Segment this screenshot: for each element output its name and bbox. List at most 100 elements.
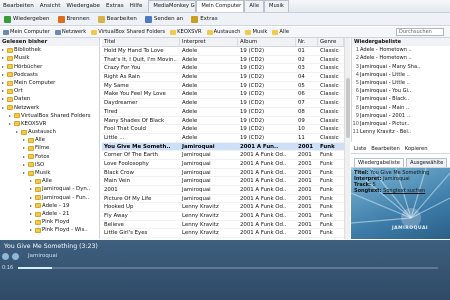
playlist-item[interactable]: 11 Lenny Kravitz - Bel.. bbox=[352, 128, 450, 136]
expand-arrow-icon[interactable]: ▸ bbox=[30, 194, 34, 202]
expand-arrow-icon[interactable]: ▸ bbox=[30, 218, 34, 226]
expand-arrow-icon[interactable]: ▸ bbox=[2, 79, 6, 87]
playlist-item[interactable]: 2 Adele - Hometown .. bbox=[352, 54, 450, 62]
playlist-item[interactable]: 4 Jamiroquai - Little .. bbox=[352, 71, 450, 79]
table-row[interactable]: Little Girl's Eyes Lenny Kravitz 2001 A Fu… bbox=[102, 229, 344, 239]
tree-item[interactable]: ▸ Netzwerk bbox=[0, 104, 99, 112]
table-row[interactable]: Little ... Adele 19 (CD2) 11 Classic bbox=[102, 134, 344, 143]
crumb-network[interactable]: Netzwerk bbox=[54, 29, 87, 35]
expand-arrow-icon[interactable]: ▸ bbox=[2, 104, 6, 112]
col-genre-header[interactable]: Genre bbox=[318, 38, 344, 46]
tree-item[interactable]: ▸ Musik bbox=[0, 54, 99, 62]
col-nr-header[interactable]: Nr. bbox=[296, 38, 318, 46]
play-button[interactable]: Wiedergeben bbox=[2, 15, 52, 23]
expand-arrow-icon[interactable]: ▸ bbox=[2, 95, 6, 103]
expand-arrow-icon[interactable]: ▸ bbox=[23, 169, 27, 177]
playlist-item[interactable]: 10 Jamiroquai - Pictur.. bbox=[352, 120, 450, 128]
crumb-musik[interactable]: Musik bbox=[244, 29, 268, 35]
table-row[interactable]: My Same Adele 19 (CD2) 05 Classic bbox=[102, 82, 344, 91]
table-row[interactable]: Believe Lenny Kravitz 2001 A Funk Od.. 2001… bbox=[102, 221, 344, 230]
crumb-alle[interactable]: Alle bbox=[271, 29, 290, 35]
expand-arrow-icon[interactable]: ▸ bbox=[30, 210, 34, 218]
tree-item[interactable]: ▸ KEOXSVR bbox=[0, 120, 99, 128]
playlist-item[interactable]: 9 Jamiroquai - 2001 .. bbox=[352, 112, 450, 120]
play-pause-button[interactable] bbox=[2, 253, 9, 260]
table-row[interactable]: Main Vein Jamiroquai 2001 A Funk Od.. 2001 F… bbox=[102, 177, 344, 186]
tab-alle[interactable]: Alle bbox=[244, 0, 265, 12]
tree-item[interactable]: ▸ ISO bbox=[0, 161, 99, 169]
scrollbar-thumb[interactable] bbox=[346, 78, 350, 138]
expand-arrow-icon[interactable]: ▸ bbox=[23, 136, 27, 144]
table-row[interactable]: Picture Of My Life Jamiroquai 2001 A Funk … bbox=[102, 195, 344, 204]
tab-wiedergabeliste[interactable]: Wiedergabeliste bbox=[354, 158, 404, 167]
table-scrollbar[interactable] bbox=[344, 38, 350, 239]
send-to-button[interactable]: Senden an bbox=[143, 15, 185, 23]
tree-item[interactable]: ▸ Fotos bbox=[0, 153, 99, 161]
playlist-item[interactable]: 8 Jamiroquai - Main .. bbox=[352, 104, 450, 112]
table-row[interactable]: Hooked Up Lenny Kravitz 2001 A Funk Od.. 20… bbox=[102, 203, 344, 213]
table-row[interactable]: Daydreamer Adele 19 (CD2) 07 Classic bbox=[102, 99, 344, 108]
table-row[interactable]: Many Shades Of Black Adele 19 (CD2) 09 Class… bbox=[102, 117, 344, 126]
tree-item[interactable]: ▸ Austausch bbox=[0, 128, 99, 136]
menu-item-hilfe[interactable]: Hilfe bbox=[127, 3, 146, 9]
tab-bearbeiten[interactable]: Bearbeiten bbox=[371, 146, 400, 153]
table-row[interactable]: Fool That Could Adele 19 (CD2) 10 Classic bbox=[102, 125, 344, 134]
crumb-server[interactable]: KEOXSVR bbox=[169, 29, 202, 35]
table-row[interactable]: Love Foolosophy Jamiroquai 2001 A Funk Od.… bbox=[102, 160, 344, 169]
table-row[interactable]: Right As Rain Adele 19 (CD2) 04 Classic bbox=[102, 73, 344, 82]
tree-item[interactable]: ▸ Alle bbox=[0, 136, 99, 144]
expand-arrow-icon[interactable]: ▸ bbox=[16, 128, 20, 136]
expand-arrow-icon[interactable]: ▸ bbox=[2, 46, 6, 54]
tree-item[interactable]: ▸ Pink Floyd - Wis.. bbox=[0, 226, 99, 234]
tab-mediamonkey[interactable]: MediaMonkey Gold bbox=[148, 0, 197, 12]
expand-arrow-icon[interactable]: ▸ bbox=[2, 87, 6, 95]
expand-arrow-icon[interactable]: ▸ bbox=[23, 161, 27, 169]
table-row[interactable]: Fly Away Lenny Kravitz 2001 A Funk Od.. 200… bbox=[102, 212, 344, 221]
playlist-item[interactable]: 6 Jamiroquai - You Gi.. bbox=[352, 87, 450, 95]
expand-arrow-icon[interactable]: ▸ bbox=[2, 71, 6, 79]
tree-item[interactable]: ▸ Podcasts bbox=[0, 71, 99, 79]
tree-item[interactable]: ▸ Musik bbox=[0, 169, 99, 177]
playlist-item[interactable]: 7 Jamiroquai - Black.. bbox=[352, 95, 450, 103]
tree-item[interactable]: ▸ Pink Floyd bbox=[0, 218, 99, 226]
tree-item[interactable]: ▸ Alle bbox=[0, 177, 99, 185]
expand-arrow-icon[interactable]: ▸ bbox=[2, 54, 6, 62]
tree-item[interactable]: ▸ Filme bbox=[0, 144, 99, 152]
tree-item[interactable]: ▸ Ort bbox=[0, 87, 99, 95]
extras-button[interactable]: Extras bbox=[189, 15, 219, 23]
col-title-header[interactable]: Titel bbox=[102, 38, 180, 46]
tree-item[interactable]: ▸ Adele - 21 bbox=[0, 210, 99, 218]
menu-item-bearbeiten[interactable]: Bearbeiten bbox=[0, 3, 37, 9]
expand-arrow-icon[interactable]: ▸ bbox=[9, 112, 13, 120]
crumb-shared-folders[interactable]: VirtualBox Shared Folders bbox=[90, 29, 166, 35]
table-row[interactable]: Black Crow Jamiroquai 2001 A Funk Od.. 2001… bbox=[102, 169, 344, 178]
table-row[interactable]: Hold My Hand To Love Adele 19 (CD2) 01 Class… bbox=[102, 47, 344, 56]
burn-button[interactable]: Brennen bbox=[56, 15, 92, 23]
expand-arrow-icon[interactable]: ▸ bbox=[30, 177, 34, 185]
playlist-item[interactable]: 5 Jamiroquai - Little .. bbox=[352, 79, 450, 87]
expand-arrow-icon[interactable]: ▸ bbox=[23, 144, 27, 152]
tree-item[interactable]: ▸ Adele - 19 bbox=[0, 202, 99, 210]
edit-button[interactable]: Bearbeiten bbox=[96, 15, 139, 23]
seek-bar[interactable] bbox=[18, 267, 438, 269]
tab-kopieren[interactable]: Kopieren bbox=[405, 146, 428, 153]
table-row[interactable]: That's It, I Quit, I'm Movin.. Adele 19 (C… bbox=[102, 56, 344, 65]
menu-item-extras[interactable]: Extras bbox=[103, 3, 127, 9]
expand-arrow-icon[interactable]: ▸ bbox=[9, 120, 13, 128]
tree-item[interactable]: ▸ Mein Computer bbox=[0, 79, 99, 87]
expand-arrow-icon[interactable]: ▸ bbox=[2, 63, 6, 71]
tab-mein-computer[interactable]: Mein Computer > Alle bbox=[196, 0, 245, 12]
menu-item-wiedergabe[interactable]: Wiedergabe bbox=[63, 3, 103, 9]
expand-arrow-icon[interactable]: ▸ bbox=[30, 185, 34, 193]
tree-item[interactable]: ▸ VirtualBox Shared Folders bbox=[0, 112, 99, 120]
tab-musik[interactable]: Musik bbox=[264, 0, 289, 12]
playlist-item[interactable]: 1 Adele - Hometown .. bbox=[352, 46, 450, 54]
table-row[interactable]: Crazy For You Adele 19 (CD2) 03 Classic bbox=[102, 64, 344, 74]
menu-item-ansicht[interactable]: Ansicht bbox=[37, 3, 64, 9]
tree-item[interactable]: ▸ Jamiroquai - Dyn.. bbox=[0, 185, 99, 193]
search-input[interactable]: Durchsuchen bbox=[396, 28, 444, 36]
tree-item[interactable]: ▸ Bibliothek bbox=[0, 46, 99, 54]
tree-item[interactable]: ▸ Jamiroquai - Fun.. bbox=[0, 194, 99, 202]
playlist-item[interactable]: 3 Jamiroquai - Many Sha.. bbox=[352, 63, 450, 71]
crumb-computer[interactable]: Mein Computer bbox=[2, 29, 51, 35]
